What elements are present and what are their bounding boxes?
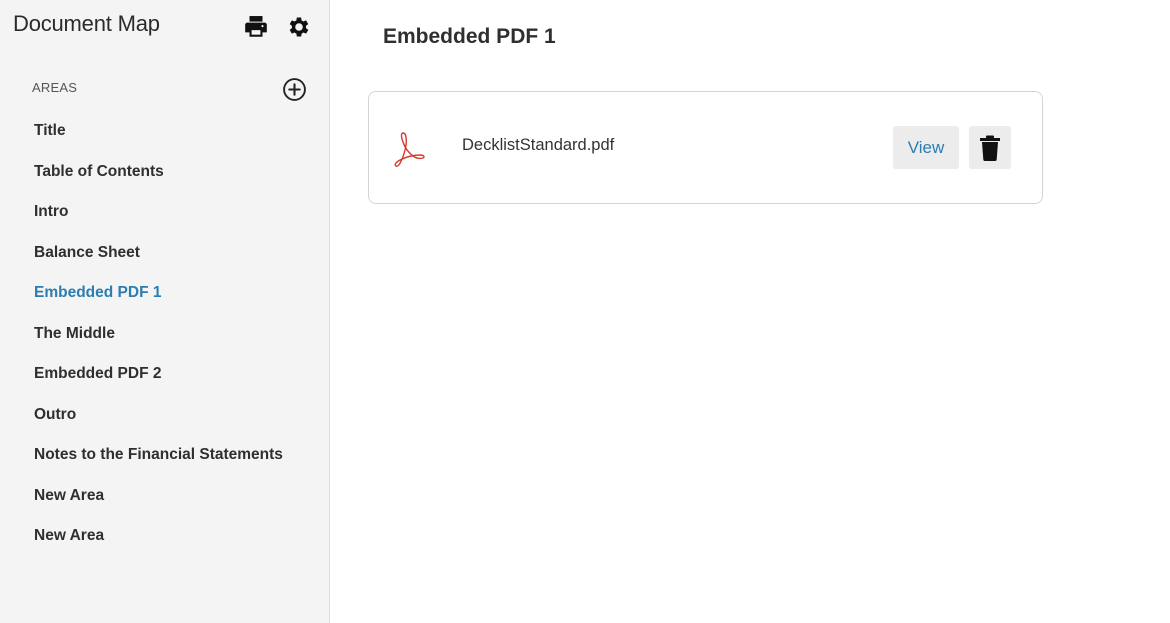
- sidebar-item-notes[interactable]: Notes to the Financial Statements: [34, 444, 324, 485]
- sidebar-item-the-middle[interactable]: The Middle: [34, 323, 324, 364]
- sidebar-item-title[interactable]: Title: [34, 120, 324, 161]
- sidebar: Document Map AREAS Title Table of Conten…: [0, 0, 330, 623]
- sidebar-item-outro[interactable]: Outro: [34, 404, 324, 445]
- areas-section-label: AREAS: [32, 80, 78, 95]
- trash-icon: [979, 135, 1001, 161]
- sidebar-item-intro[interactable]: Intro: [34, 201, 324, 242]
- sidebar-item-embedded-pdf-2[interactable]: Embedded PDF 2: [34, 363, 324, 404]
- main-content: Embedded PDF 1 DecklistStandard.pdf View: [331, 0, 1170, 623]
- file-name: DecklistStandard.pdf: [462, 136, 615, 154]
- sidebar-item-new-area[interactable]: New Area: [34, 485, 324, 526]
- view-button[interactable]: View: [893, 126, 959, 169]
- page-title: Embedded PDF 1: [383, 25, 556, 48]
- sidebar-item-table-of-contents[interactable]: Table of Contents: [34, 161, 324, 202]
- sidebar-item-embedded-pdf-1[interactable]: Embedded PDF 1: [34, 282, 324, 323]
- sidebar-item-balance-sheet[interactable]: Balance Sheet: [34, 242, 324, 283]
- plus-circle-icon[interactable]: [282, 77, 307, 102]
- gear-icon[interactable]: [286, 14, 312, 40]
- app-title: Document Map: [13, 11, 160, 36]
- sidebar-header: Document Map: [13, 11, 318, 41]
- file-card: DecklistStandard.pdf View: [368, 91, 1043, 204]
- areas-list: Title Table of Contents Intro Balance Sh…: [34, 120, 324, 566]
- print-icon[interactable]: [243, 14, 269, 40]
- pdf-icon: [389, 128, 429, 168]
- sidebar-item-new-area[interactable]: New Area: [34, 525, 324, 566]
- delete-button[interactable]: [969, 126, 1011, 169]
